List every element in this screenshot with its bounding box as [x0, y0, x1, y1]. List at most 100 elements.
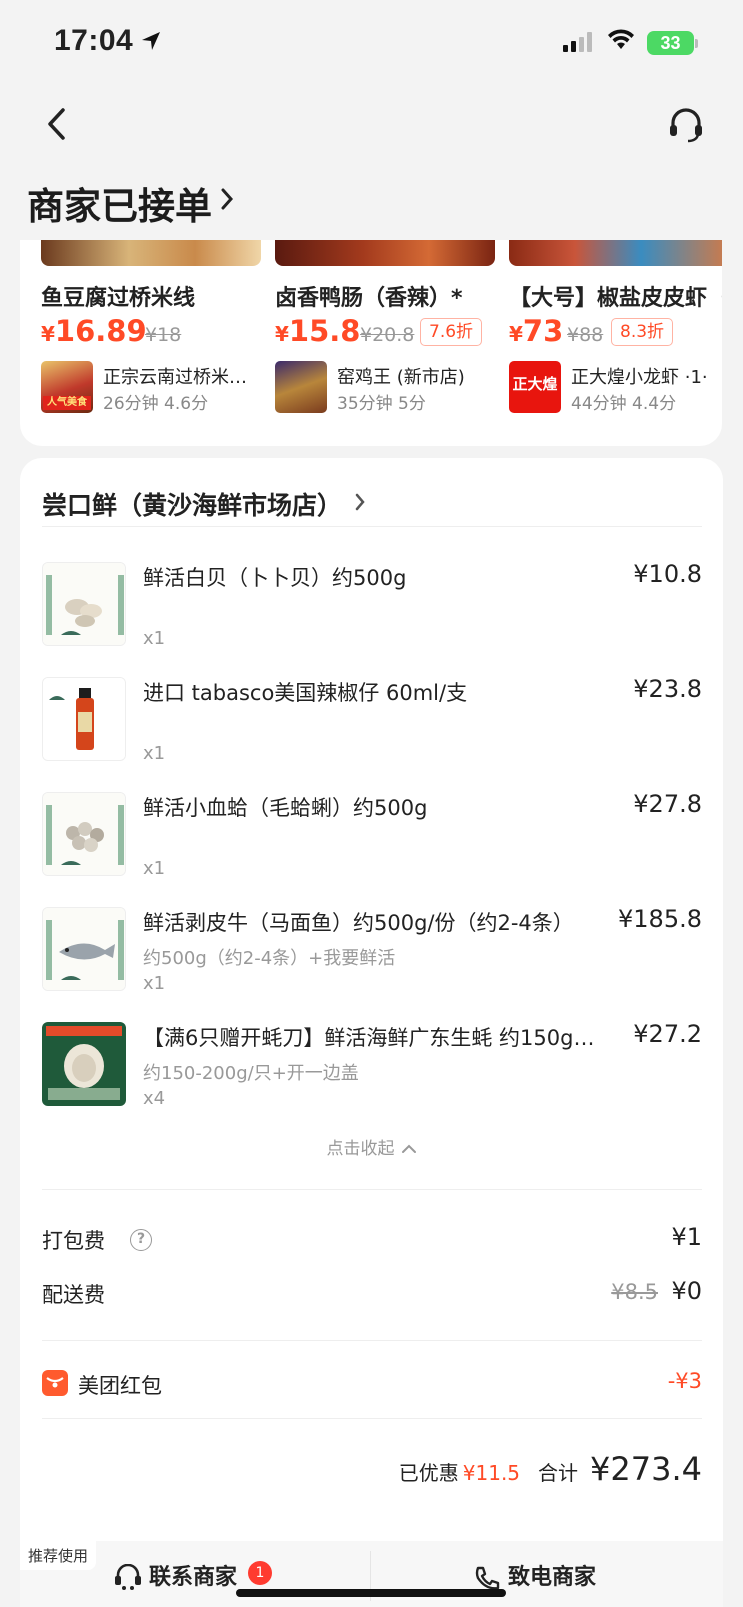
order-item[interactable]: 鲜活白贝（卜卜贝）约500g x1 ¥10.8	[42, 560, 702, 662]
red-packet-icon	[42, 1370, 68, 1396]
shop-logo-text: 正大煌	[512, 375, 558, 393]
food-image	[275, 240, 495, 266]
product-image	[42, 907, 126, 991]
chevron-right-icon[interactable]	[218, 186, 236, 212]
delivery-fee-original: ¥8.5	[611, 1280, 658, 1304]
delivery-fee-value: ¥0	[671, 1277, 702, 1305]
recommendation-shop: 正大煌小龙虾 ·1·	[571, 367, 708, 388]
item-name: 鲜活剥皮牛（马面鱼）约500g/份（约2-4条）	[143, 911, 574, 935]
chevron-right-icon[interactable]	[354, 492, 366, 512]
discount-badge: 7.6折	[420, 318, 483, 346]
product-image	[42, 677, 126, 761]
item-quantity: x1	[143, 743, 166, 764]
divider	[42, 1189, 702, 1190]
customer-service-headset-icon[interactable]	[666, 105, 706, 145]
divider	[42, 1418, 702, 1419]
item-price: ¥23.8	[633, 675, 702, 703]
recommendation-item[interactable]: 【大号】椒盐皮皮虾（ ¥73 ¥88 8.3折 正大煌 正大煌小龙虾 ·1· 4…	[509, 240, 722, 440]
recommendation-carousel[interactable]: 鱼豆腐过桥米线 ¥16.89 ¥18 人气美食 正宗云南过桥米… 26分钟 4.…	[20, 240, 722, 446]
recommendation-name: 鱼豆腐过桥米线	[41, 286, 196, 311]
item-price: ¥185.8	[618, 905, 702, 933]
item-quantity: x1	[143, 973, 166, 994]
recommendation-original-price: ¥20.8	[360, 324, 415, 346]
divider	[42, 1340, 702, 1341]
shop-logo	[275, 361, 327, 413]
saved-value: ¥11.5	[462, 1461, 521, 1485]
recommendation-original-price: ¥88	[567, 324, 604, 346]
back-button[interactable]	[38, 102, 78, 146]
order-item[interactable]: 鲜活小血蛤（毛蛤蜊）约500g x1 ¥27.8	[42, 790, 702, 892]
recommendation-meta: 26分钟 4.6分	[103, 394, 209, 414]
page-title[interactable]: 商家已接单	[27, 176, 212, 230]
recommendation-original-price: ¥18	[145, 324, 182, 346]
recommendation-shop: 正宗云南过桥米…	[103, 367, 247, 388]
item-quantity: x1	[143, 628, 166, 649]
discount-badge: 8.3折	[611, 318, 674, 346]
product-image	[42, 792, 126, 876]
item-name: 【满6只赠开蚝刀】鲜活海鲜广东生蚝 约150g-200g/只	[143, 1026, 598, 1050]
item-name: 鲜活白贝（卜卜贝）约500g	[143, 566, 407, 590]
order-item[interactable]: 进口 tabasco美国辣椒仔 60ml/支 x1 ¥23.8	[42, 675, 702, 777]
recommendation-shop: 窑鸡王 (新市店)	[337, 367, 465, 388]
collapse-label: 点击收起	[326, 1139, 395, 1159]
item-price: ¥10.8	[633, 560, 702, 588]
packing-fee-label: 打包费	[42, 1229, 105, 1253]
shop-name[interactable]: 尝口鲜（黄沙海鲜市场店）	[42, 486, 342, 522]
recommendation-meta: 35分钟 5分	[337, 394, 426, 414]
item-spec: 约500g（约2-4条）+我要鲜活	[143, 948, 396, 969]
order-summary: 已优惠 ¥11.5 合计 ¥273.4	[399, 1450, 702, 1490]
contact-merchant-label: 联系商家	[149, 1565, 238, 1590]
product-image	[42, 562, 126, 646]
recommend-tag: 推荐使用	[20, 1541, 97, 1570]
red-packet-label: 美团红包	[78, 1374, 162, 1398]
unread-badge: 1	[248, 1561, 272, 1585]
item-name: 鲜活小血蛤（毛蛤蜊）约500g	[143, 796, 428, 820]
recommendation-price: ¥16.89	[41, 314, 147, 348]
order-item[interactable]: 【满6只赠开蚝刀】鲜活海鲜广东生蚝 约150g-200g/只 约150-200g…	[42, 1020, 702, 1122]
battery-icon: 33	[647, 31, 694, 55]
shop-logo: 人气美食	[41, 361, 93, 413]
red-packet-value: -¥3	[667, 1369, 702, 1393]
item-name: 进口 tabasco美国辣椒仔 60ml/支	[143, 681, 468, 705]
call-merchant-label: 致电商家	[508, 1565, 597, 1590]
product-image	[42, 1022, 126, 1106]
recommendation-item[interactable]: 鱼豆腐过桥米线 ¥16.89 ¥18 人气美食 正宗云南过桥米… 26分钟 4.…	[41, 240, 261, 440]
recommendation-item[interactable]: 卤香鸭肠（香辣）* ¥15.8 ¥20.8 7.6折 窑鸡王 (新市店) 35分…	[275, 240, 495, 440]
food-image	[509, 240, 722, 266]
total-label: 合计	[538, 1461, 579, 1485]
divider	[42, 526, 702, 527]
packing-fee-value: ¥1	[671, 1223, 702, 1251]
help-icon[interactable]: ?	[130, 1229, 152, 1251]
chat-icon	[115, 1563, 141, 1590]
chevron-up-icon	[401, 1144, 416, 1153]
recommendation-name: 卤香鸭肠（香辣）*	[275, 286, 463, 311]
order-item[interactable]: 鲜活剥皮牛（马面鱼）约500g/份（约2-4条） 约500g（约2-4条）+我要…	[42, 905, 702, 1007]
item-price: ¥27.2	[633, 1020, 702, 1048]
total-value: ¥273.4	[590, 1450, 702, 1488]
recommendation-name: 【大号】椒盐皮皮虾（	[509, 286, 722, 311]
item-price: ¥27.8	[633, 790, 702, 818]
cellular-signal-icon	[563, 32, 592, 52]
order-detail-card: 尝口鲜（黄沙海鲜市场店） 鲜活白贝（卜卜贝）约500g x1 ¥10.8 进口 …	[20, 458, 723, 1607]
phone-icon	[475, 1566, 500, 1590]
item-spec: 约150-200g/只+开一边盖	[143, 1063, 359, 1084]
wifi-icon	[608, 29, 634, 49]
saved-label: 已优惠	[398, 1461, 459, 1485]
recommendation-meta: 44分钟 4.4分	[571, 394, 677, 414]
status-time: 17:04	[54, 24, 134, 57]
food-image	[41, 240, 261, 266]
delivery-fee-label: 配送费	[42, 1283, 105, 1307]
collapse-items-button[interactable]: 点击收起	[20, 1134, 723, 1159]
recommendation-price: ¥15.8	[275, 314, 361, 348]
contact-merchant-button[interactable]: 联系商家	[113, 1559, 237, 1599]
item-quantity: x4	[143, 1088, 166, 1109]
recommendation-price: ¥73	[509, 314, 564, 348]
item-quantity: x1	[143, 858, 166, 879]
home-indicator	[236, 1589, 506, 1597]
shop-logo: 正大煌	[509, 361, 561, 413]
bottom-action-bar: 推荐使用 联系商家 1 致电商家	[20, 1541, 723, 1607]
delivery-fee-row: 配送费 ¥8.5 ¥0	[42, 1277, 702, 1313]
status-bar: 17:04 33	[0, 0, 743, 84]
shop-logo-text: 人气美食	[43, 396, 91, 410]
battery-tip	[695, 39, 698, 48]
